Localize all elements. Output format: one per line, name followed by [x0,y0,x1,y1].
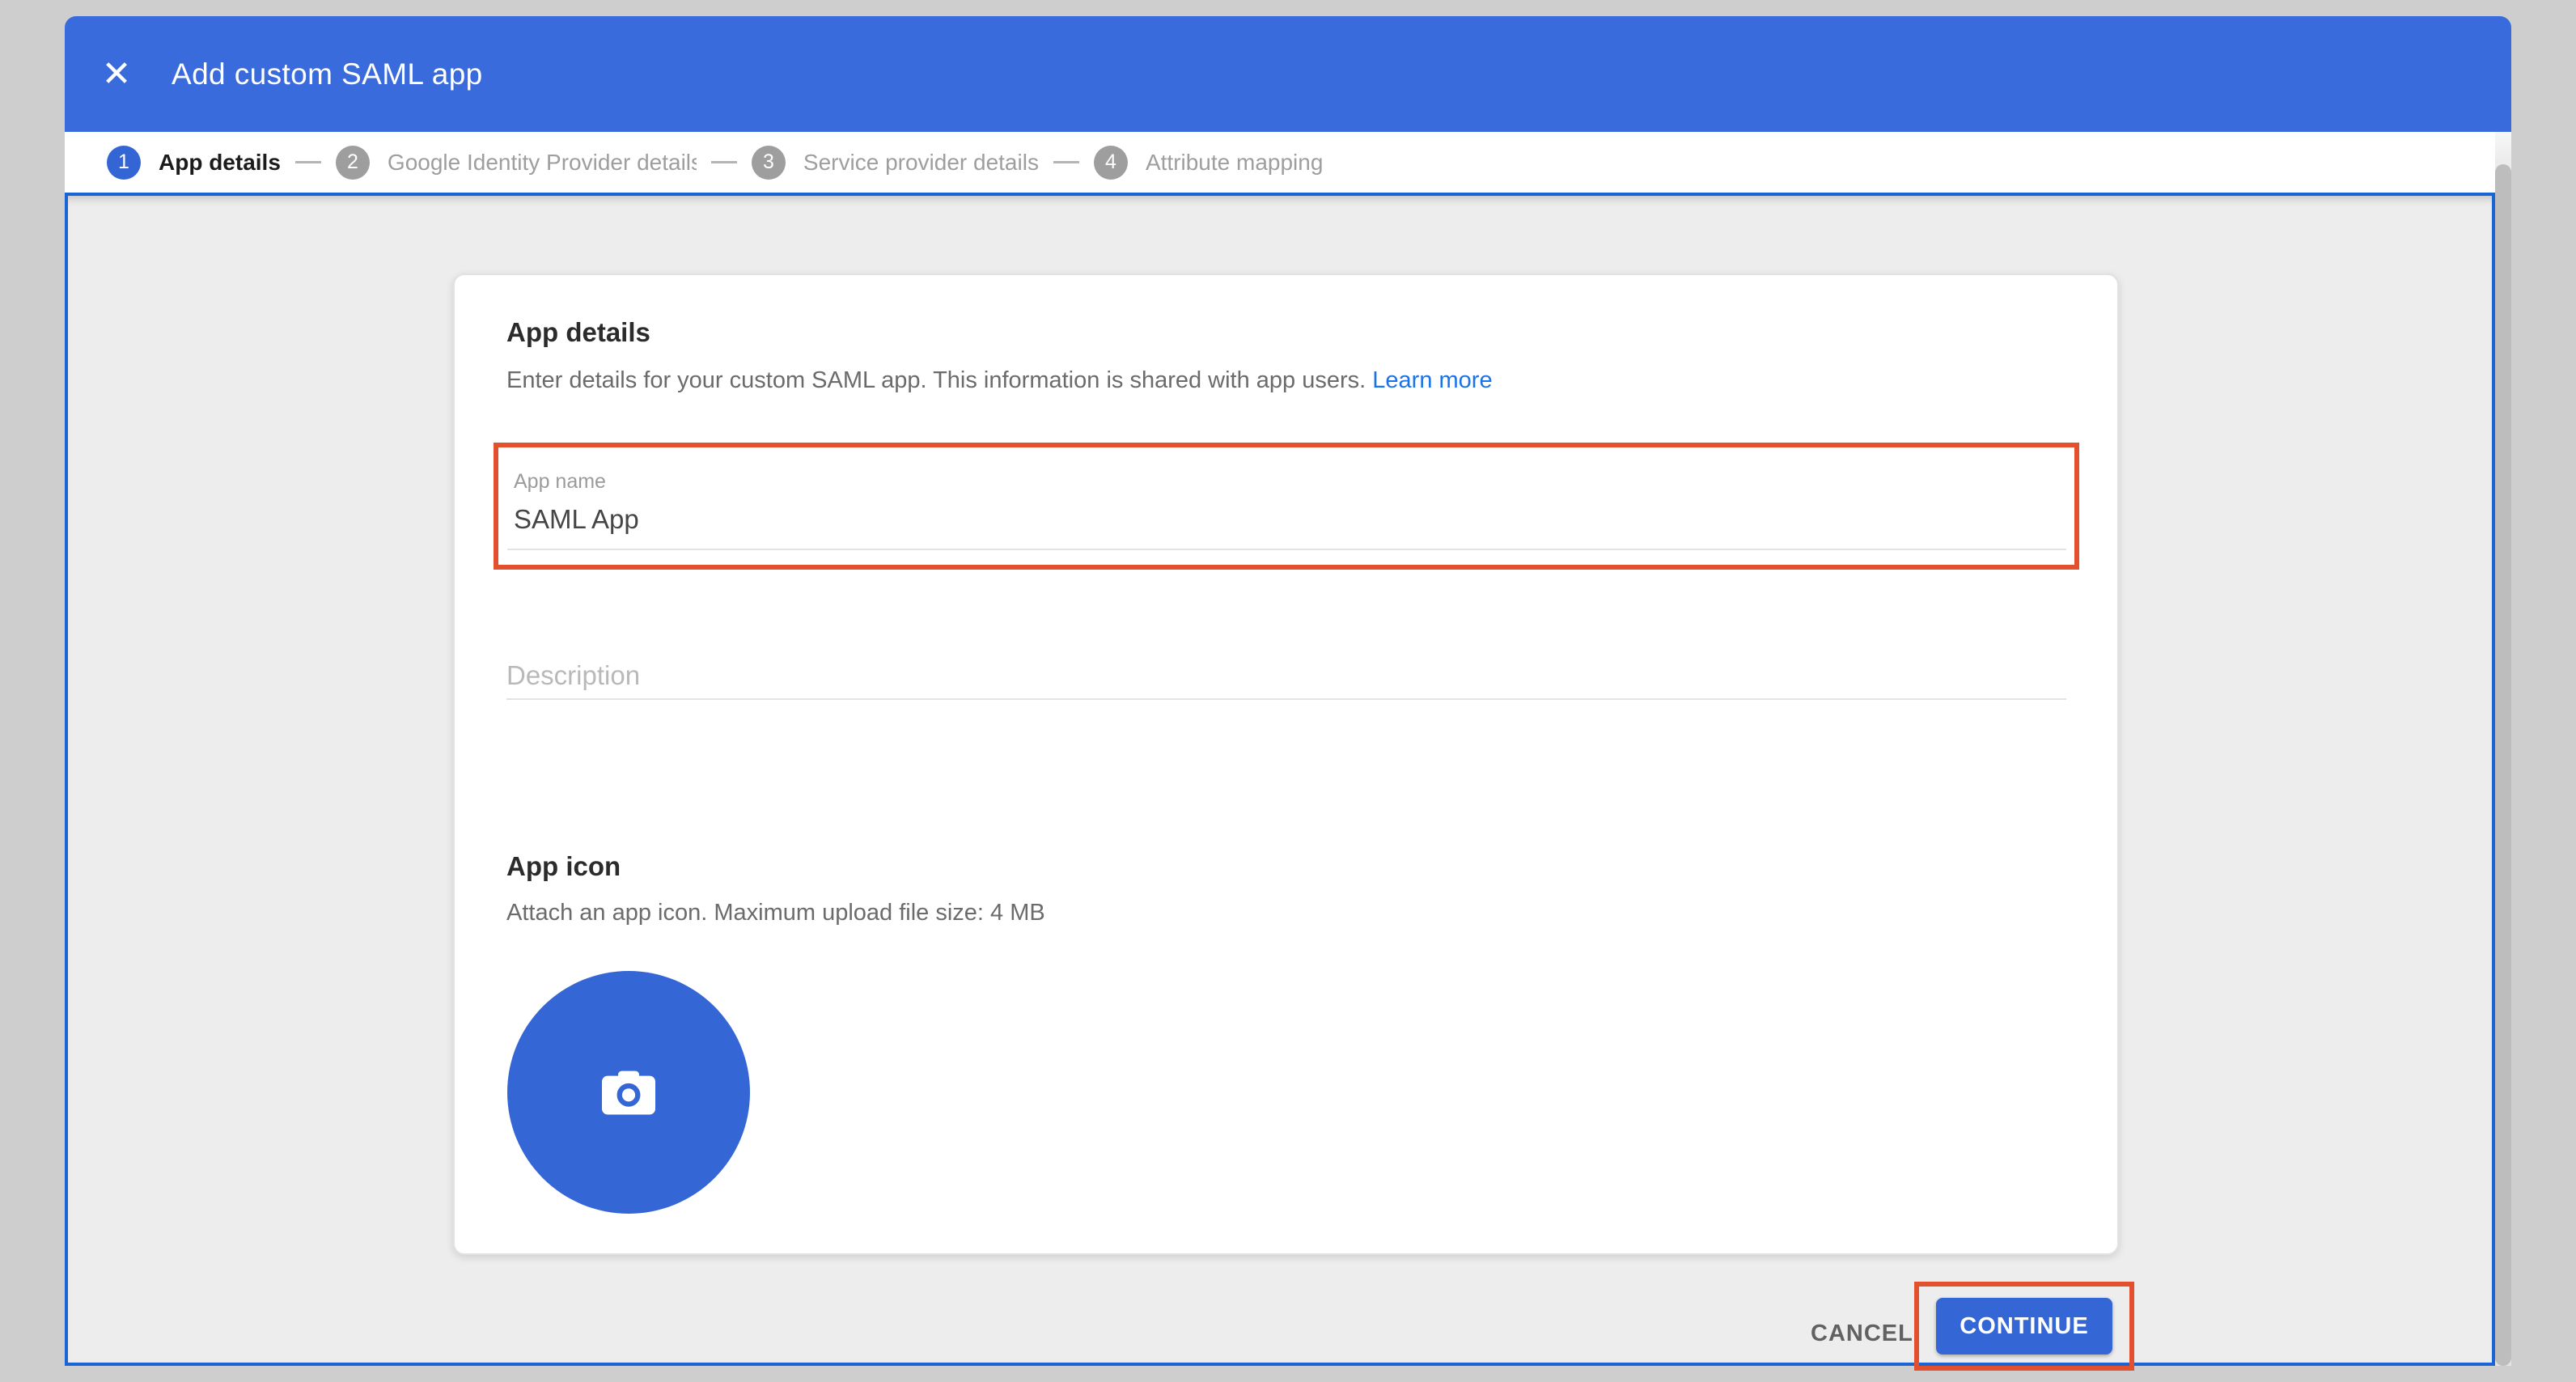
step-2-label: Google Identity Provider details [388,150,697,176]
app-name-highlight-box: App name SAML App [494,443,2079,570]
continue-button[interactable]: CONTINUE [1936,1298,2112,1354]
app-details-description-text: Enter details for your custom SAML app. … [506,367,1366,393]
step-3-label: Service provider details [803,150,1039,176]
step-2-circle: 2 [336,146,370,180]
description-input[interactable]: Description [506,660,640,691]
dialog-title: Add custom SAML app [172,57,483,91]
step-1-label: App details [159,150,281,176]
app-details-heading: App details [506,317,650,348]
step-google-idp-details[interactable]: 2 Google Identity Provider details [336,146,697,180]
add-saml-app-dialog: ✕ Add custom SAML app 1 App details 2 Go… [65,16,2511,1366]
step-4-circle: 4 [1094,146,1128,180]
page: { "dialog": { "title": "Add custom SAML … [0,0,2576,1382]
step-connector [1053,161,1079,163]
learn-more-link[interactable]: Learn more [1372,367,1492,393]
step-app-details[interactable]: 1 App details [107,146,281,180]
close-icon[interactable]: ✕ [92,50,141,99]
step-1-circle: 1 [107,146,141,180]
app-name-input[interactable]: SAML App [514,504,639,535]
camera-icon [602,1070,655,1115]
dialog-header: ✕ Add custom SAML app [65,16,2511,132]
app-icon-upload-button[interactable] [507,971,750,1214]
app-name-underline [507,549,2066,550]
wizard-content-area: App details Enter details for your custo… [65,193,2495,1366]
step-connector [711,161,737,163]
scrollbar [2495,132,2511,1366]
step-connector [295,161,321,163]
cancel-button[interactable]: CANCEL [1799,1312,1925,1355]
app-icon-heading: App icon [506,851,621,882]
continue-highlight-box: CONTINUE [1914,1282,2134,1371]
app-details-card: App details Enter details for your custo… [453,273,2119,1255]
scrollbar-thumb[interactable] [2495,164,2511,1366]
wizard-stepper: 1 App details 2 Google Identity Provider… [65,132,2495,193]
step-service-provider-details[interactable]: 3 Service provider details [752,146,1039,180]
app-details-description: Enter details for your custom SAML app. … [506,367,1493,394]
app-name-label: App name [514,470,606,494]
step-4-label: Attribute mapping [1146,150,1323,176]
step-3-circle: 3 [752,146,786,180]
step-attribute-mapping[interactable]: 4 Attribute mapping [1094,146,1323,180]
app-icon-description: Attach an app icon. Maximum upload file … [506,900,1045,926]
description-underline [506,698,2066,700]
